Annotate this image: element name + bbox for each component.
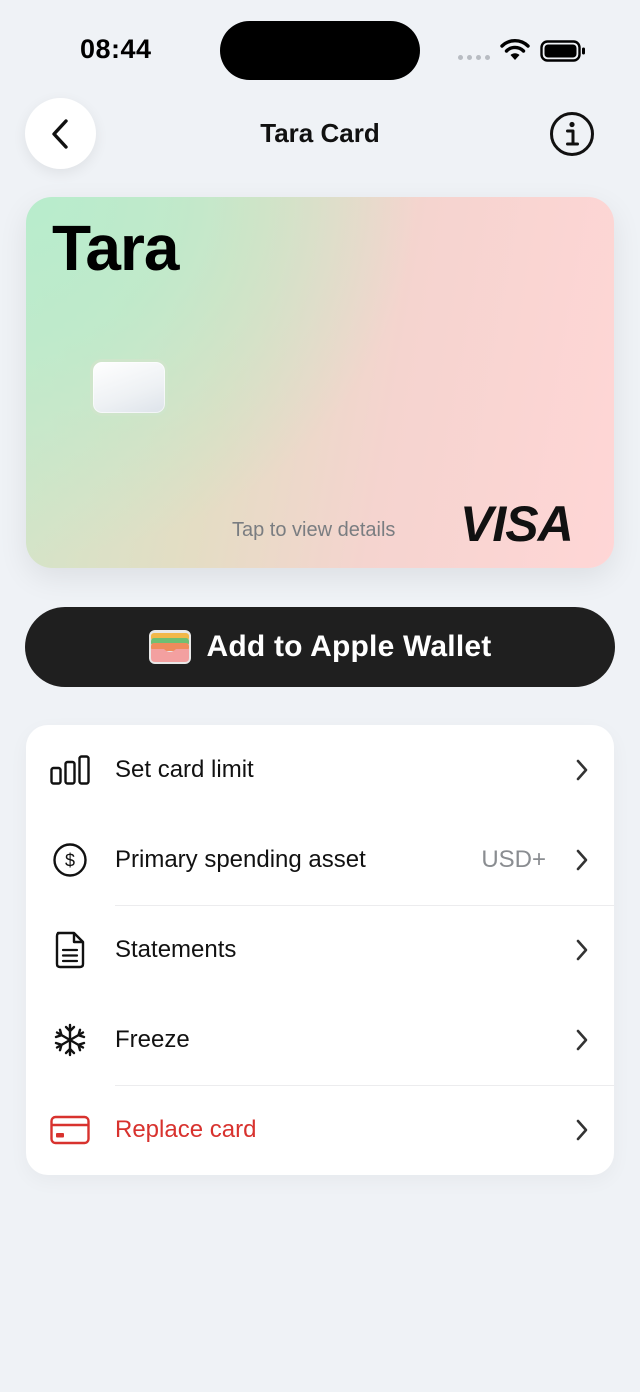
chevron-right-icon [576,1029,588,1051]
card-settings-list: Set card limit $ Primary spending asset … [26,725,614,1175]
page-title: Tara Card [260,118,380,148]
document-icon [50,930,90,970]
freeze-label: Freeze [115,1026,190,1053]
svg-text:$: $ [65,851,75,871]
chevron-right-icon [576,1119,588,1141]
replace-card-item[interactable]: Replace card [26,1085,614,1175]
credit-card-icon [50,1110,90,1150]
chevron-right-icon [576,759,588,781]
freeze-item[interactable]: Freeze [26,995,614,1085]
add-to-apple-wallet-button[interactable]: Add to Apple Wallet [25,607,615,687]
dollar-circle-icon: $ [50,840,90,880]
chevron-right-icon [576,939,588,961]
primary-spending-asset-item[interactable]: $ Primary spending asset USD+ [26,815,614,905]
status-time: 08:44 [80,34,152,64]
card-preview[interactable]: Tara Tap to view details VISA [26,197,614,568]
card-network-logo: VISA [460,496,574,552]
statements-label: Statements [115,936,237,963]
add-to-apple-wallet-label: Add to Apple Wallet [206,630,492,663]
card-brand-logo: Tara [52,212,179,284]
cellular-signal-icon [458,55,490,60]
primary-spending-asset-value: USD+ [481,846,546,873]
card-chip [90,359,168,416]
wifi-icon [500,39,530,60]
chevron-right-icon [576,849,588,871]
battery-icon [540,40,585,62]
statements-item[interactable]: Statements [26,905,614,995]
info-button[interactable] [548,110,596,158]
snowflake-icon [50,1020,90,1060]
replace-card-label: Replace card [115,1116,257,1143]
card-tap-hint: Tap to view details [232,519,396,541]
dynamic-island [220,21,420,80]
primary-spending-asset-label: Primary spending asset [115,846,366,873]
wallet-icon [148,630,191,664]
nav-bar: Tara Card [0,98,640,170]
info-icon [550,112,594,156]
status-bar: 08:44 [0,0,640,100]
set-card-limit-item[interactable]: Set card limit [26,725,614,815]
bar-chart-icon [50,750,90,790]
set-card-limit-label: Set card limit [115,756,254,783]
